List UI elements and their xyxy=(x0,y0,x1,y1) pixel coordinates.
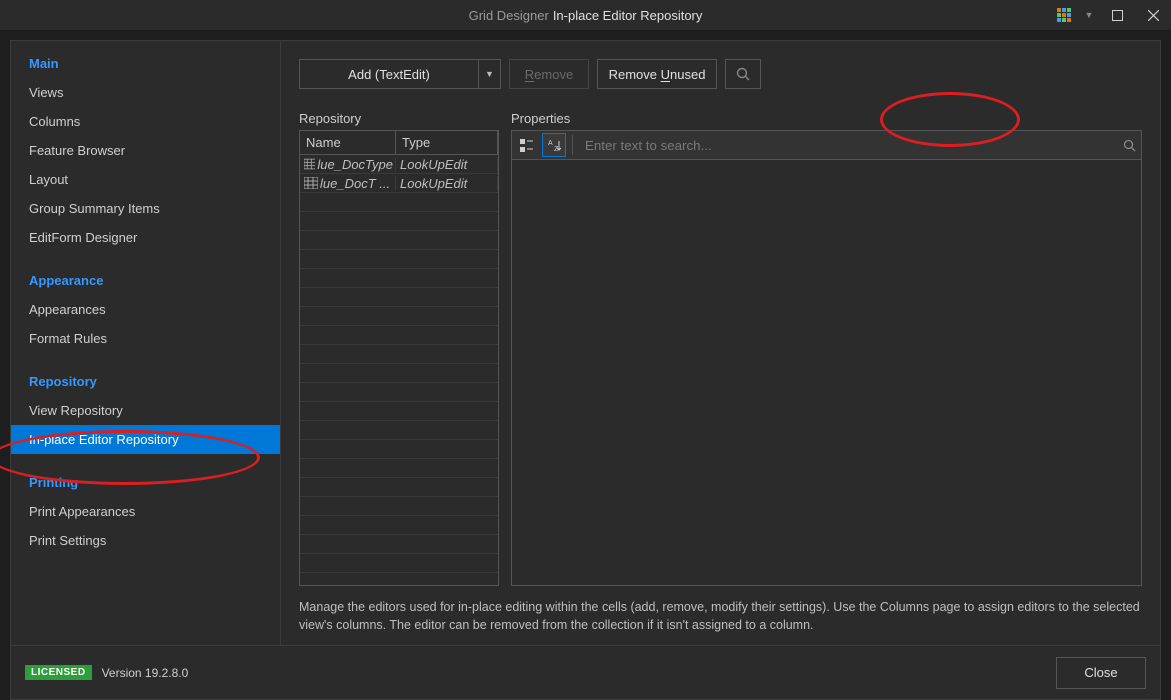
help-text: Manage the editors used for in-place edi… xyxy=(299,598,1142,636)
sidebar-section-header: Printing xyxy=(11,468,280,497)
table-row[interactable]: lue_DocTypeLookUpEdit xyxy=(300,155,498,174)
table-row-empty xyxy=(300,402,498,421)
categorized-button[interactable] xyxy=(514,133,538,157)
sidebar-section-header: Main xyxy=(11,49,280,78)
table-row-empty xyxy=(300,440,498,459)
content-area: Add (TextEdit) ▼ Remove Remove Unused Re… xyxy=(281,41,1160,645)
column-header-name[interactable]: Name xyxy=(300,131,396,154)
app-grid-icon[interactable] xyxy=(1049,0,1079,30)
sidebar-item-layout[interactable]: Layout xyxy=(11,165,280,194)
table-row[interactable]: lue_DocT ...LookUpEdit xyxy=(300,174,498,193)
sidebar-item-columns[interactable]: Columns xyxy=(11,107,280,136)
table-row-empty xyxy=(300,497,498,516)
cell-name: lue_DocType xyxy=(300,157,396,172)
sidebar-item-print-settings[interactable]: Print Settings xyxy=(11,526,280,555)
table-row-empty xyxy=(300,250,498,269)
table-row-empty xyxy=(300,345,498,364)
alphabetical-button[interactable]: AZ xyxy=(542,133,566,157)
repository-label: Repository xyxy=(299,111,499,126)
cell-type: LookUpEdit xyxy=(396,176,498,191)
sidebar-item-print-appearances[interactable]: Print Appearances xyxy=(11,497,280,526)
table-row-empty xyxy=(300,193,498,212)
table-row-empty xyxy=(300,269,498,288)
search-icon xyxy=(736,67,750,81)
app-dropdown-icon[interactable]: ▼ xyxy=(1079,0,1099,30)
cell-name: lue_DocT ... xyxy=(300,176,396,191)
table-row-empty xyxy=(300,421,498,440)
properties-panel: Properties AZ xyxy=(511,111,1142,586)
footer-bar: LICENSED Version 19.2.8.0 Close xyxy=(10,646,1161,700)
title-bar: Grid Designer In-place Editor Repository… xyxy=(0,0,1171,30)
sidebar-item-appearances[interactable]: Appearances xyxy=(11,295,280,324)
svg-text:A: A xyxy=(548,140,553,147)
version-text: Version 19.2.8.0 xyxy=(102,666,189,680)
table-row-empty xyxy=(300,231,498,250)
table-row-empty xyxy=(300,516,498,535)
toolbar: Add (TextEdit) ▼ Remove Remove Unused xyxy=(299,59,1142,89)
sidebar-section-header: Appearance xyxy=(11,266,280,295)
sidebar-item-group-summary[interactable]: Group Summary Items xyxy=(11,194,280,223)
title-prefix: Grid Designer xyxy=(469,8,549,23)
remove-button: Remove xyxy=(509,59,589,89)
title-main: In-place Editor Repository xyxy=(553,8,703,23)
close-window-button[interactable] xyxy=(1135,0,1171,30)
table-row-empty xyxy=(300,459,498,478)
sidebar-item-inplace-editor-repo[interactable]: In-place Editor Repository xyxy=(11,425,280,454)
sidebar-item-format-rules[interactable]: Format Rules xyxy=(11,324,280,353)
table-row-empty xyxy=(300,554,498,573)
table-row-empty xyxy=(300,478,498,497)
sidebar-section-header: Repository xyxy=(11,367,280,396)
cell-type: LookUpEdit xyxy=(396,157,498,172)
table-row-empty xyxy=(300,307,498,326)
properties-label: Properties xyxy=(511,111,1142,126)
sidebar-item-editform[interactable]: EditForm Designer xyxy=(11,223,280,252)
repository-table[interactable]: Name Type lue_DocTypeLookUpEditlue_DocT … xyxy=(299,130,499,586)
table-row-empty xyxy=(300,535,498,554)
repository-panel: Repository Name Type lue_DocTypeLookUpEd… xyxy=(299,111,499,586)
add-dropdown-button[interactable]: ▼ xyxy=(479,59,501,89)
sidebar-item-views[interactable]: Views xyxy=(11,78,280,107)
column-header-type[interactable]: Type xyxy=(396,131,498,154)
maximize-button[interactable] xyxy=(1099,0,1135,30)
sidebar: MainViewsColumnsFeature BrowserLayoutGro… xyxy=(11,41,281,645)
sidebar-item-feature-browser[interactable]: Feature Browser xyxy=(11,136,280,165)
remove-unused-button[interactable]: Remove Unused xyxy=(597,59,717,89)
table-row-empty xyxy=(300,212,498,231)
add-button[interactable]: Add (TextEdit) xyxy=(299,59,479,89)
table-row-empty xyxy=(300,364,498,383)
table-row-empty xyxy=(300,288,498,307)
table-row-empty xyxy=(300,326,498,345)
table-row-empty xyxy=(300,383,498,402)
search-button[interactable] xyxy=(725,59,761,89)
sidebar-item-view-repository[interactable]: View Repository xyxy=(11,396,280,425)
properties-body xyxy=(511,160,1142,586)
license-badge: LICENSED xyxy=(25,665,92,680)
close-button[interactable]: Close xyxy=(1056,657,1146,689)
search-icon[interactable] xyxy=(1117,139,1141,152)
properties-search-input[interactable] xyxy=(577,131,1117,159)
